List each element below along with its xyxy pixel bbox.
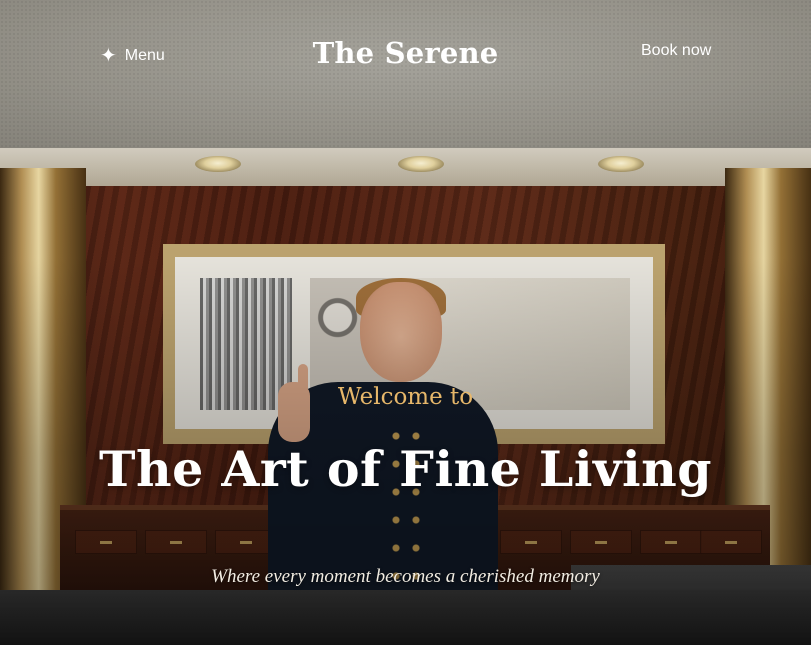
brand-logo[interactable]: The Serene (313, 36, 499, 70)
top-nav: ✦ Menu The Serene Book now (0, 0, 811, 110)
hero-eyebrow: Welcome to (337, 384, 474, 410)
hero-headline: The Art of Fine Living (99, 440, 712, 498)
book-now-button[interactable]: Book now (641, 42, 711, 60)
hero-tagline: Where every moment becomes a cherished m… (211, 566, 600, 587)
